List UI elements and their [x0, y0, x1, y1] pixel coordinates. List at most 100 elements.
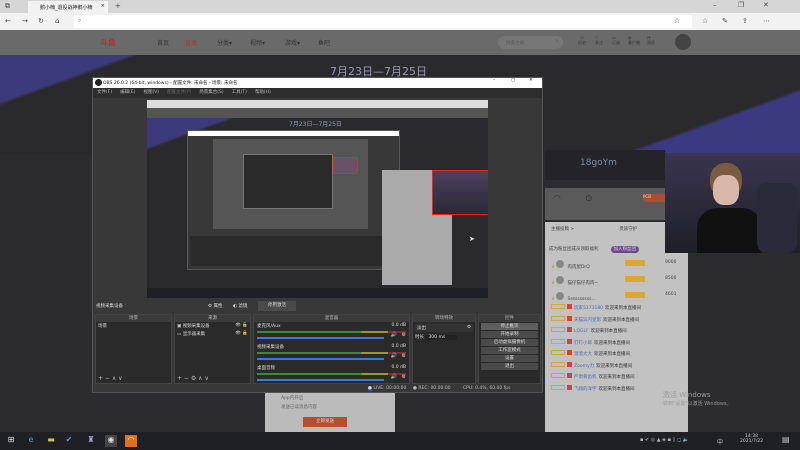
- chat-user[interactable]: 天猫异闪星影: [574, 318, 601, 323]
- speed-icon[interactable]: ◠: [553, 194, 561, 204]
- chat-user[interactable]: 溜溜大大: [574, 352, 592, 357]
- control-button[interactable]: 停止推流: [481, 323, 538, 330]
- speaker-icon[interactable]: 🔊: [391, 332, 397, 338]
- client-button[interactable]: ◍ 客户端: [628, 35, 640, 46]
- forward-icon[interactable]: →: [22, 17, 28, 25]
- control-button[interactable]: 设置: [481, 355, 538, 362]
- rank-row[interactable]: ♛ Ssssssssss... 4601: [545, 288, 688, 304]
- nav-live[interactable]: 直播: [185, 38, 197, 47]
- search-icon[interactable]: ⌕: [555, 38, 558, 44]
- site-logo[interactable]: 斗鱼: [100, 37, 132, 49]
- steam-icon[interactable]: ✔: [63, 435, 75, 447]
- browser-tab[interactable]: 鹅小楠_退役战神鹅小楠 ×: [28, 1, 108, 13]
- notes-icon[interactable]: ✎: [722, 17, 728, 25]
- speaker-icon[interactable]: 🔊: [391, 374, 397, 380]
- follow-button[interactable]: ♡ 关注: [595, 35, 603, 46]
- tab-actions-icon[interactable]: ⧉: [5, 2, 10, 11]
- settings-gear-icon[interactable]: ⚙: [402, 374, 406, 380]
- join-fan-button[interactable]: 加入粉丝团: [610, 246, 639, 253]
- douyu-taskbar-icon[interactable]: ◠: [125, 435, 137, 447]
- menu-item[interactable]: 文件(F): [97, 90, 112, 95]
- speaker-icon[interactable]: 🔊: [391, 353, 397, 359]
- scene-toolbar[interactable]: + − ∧ ∨: [98, 375, 123, 382]
- notifications-icon[interactable]: ▤: [782, 435, 790, 444]
- settings-gear-icon[interactable]: ⚙: [402, 332, 406, 338]
- avatar[interactable]: [675, 34, 691, 50]
- nav-video[interactable]: 视频▾: [250, 38, 265, 47]
- minimize-icon[interactable]: –: [713, 1, 717, 9]
- share-icon[interactable]: ⇪: [742, 17, 748, 25]
- fan-badge: [567, 338, 572, 344]
- chat-user[interactable]: 钉钉小郎: [574, 341, 592, 346]
- subscribe-button[interactable]: ▭ 订阅: [612, 35, 620, 46]
- control-button[interactable]: 启动虚拟摄像机: [481, 339, 538, 346]
- menu-item[interactable]: 帮助(H): [255, 90, 271, 95]
- refresh-icon[interactable]: ↻: [38, 17, 44, 25]
- source-item[interactable]: ▭ 显示器采集 👁 🔒: [175, 330, 250, 338]
- volume-slider[interactable]: [257, 337, 384, 339]
- scene-item[interactable]: 场景: [96, 322, 171, 330]
- chat-user[interactable]: LQGLF: [574, 329, 589, 334]
- rank-row[interactable]: ♛ 肉肉屋DrQ 9000: [545, 256, 688, 272]
- menu-item[interactable]: 编辑(E): [120, 90, 135, 95]
- url-input[interactable]: ⌕ ☆: [74, 15, 692, 28]
- control-button[interactable]: 退出: [481, 363, 538, 370]
- obs-preview[interactable]: 7月23日—7月25日 ➤: [147, 100, 488, 298]
- history-button[interactable]: ◷ 历史: [578, 35, 586, 46]
- favorite-star-icon[interactable]: ☆: [674, 17, 680, 25]
- nav-games[interactable]: 游戏▾: [285, 38, 300, 47]
- app-icon[interactable]: ♜: [85, 435, 97, 447]
- favorites-icon[interactable]: ☆: [702, 17, 708, 25]
- maximize-icon[interactable]: ❐: [738, 1, 744, 9]
- obs-close-icon[interactable]: ✕: [529, 78, 533, 83]
- menu-item[interactable]: 配置文件(P): [167, 90, 191, 95]
- control-button[interactable]: 工作室模式: [481, 347, 538, 354]
- webcam-source-selected[interactable]: [432, 170, 488, 215]
- obs-taskbar-icon[interactable]: ◉: [105, 435, 117, 447]
- tab-contribution[interactable]: 主播投稿 >: [551, 227, 574, 232]
- close-tab-icon[interactable]: ×: [101, 3, 105, 9]
- control-button[interactable]: 开始录制: [481, 331, 538, 338]
- obs-minimize-icon[interactable]: –: [493, 78, 495, 83]
- explorer-icon[interactable]: ▬: [45, 435, 57, 447]
- transition-select[interactable]: 淡出 ⚙: [415, 324, 473, 332]
- chat-user[interactable]: Zoomy力: [574, 364, 594, 369]
- rank-row[interactable]: ♛ 猫仔猫仔肉肉~ 8500: [545, 272, 688, 288]
- nav-yuba[interactable]: 鱼吧: [318, 38, 330, 47]
- menu-item[interactable]: 场景集合(S): [199, 90, 223, 95]
- chat-user[interactable]: 飞翔的洋宇: [574, 387, 597, 392]
- filters-button[interactable]: ◐ 滤镜: [233, 303, 247, 309]
- back-icon[interactable]: ←: [5, 17, 11, 25]
- home-icon[interactable]: ⌂: [55, 17, 59, 25]
- more-icon[interactable]: ⋯: [763, 17, 770, 25]
- nav-home[interactable]: 首页: [157, 38, 169, 47]
- edge-icon[interactable]: e: [25, 435, 37, 447]
- obs-maximize-icon[interactable]: ▢: [511, 78, 515, 83]
- source-item[interactable]: ▣ 视频采集设备 👁 🔓: [175, 322, 250, 330]
- ime-indicator[interactable]: 中: [717, 437, 723, 446]
- new-tab-icon[interactable]: +: [115, 2, 121, 10]
- chat-user[interactable]: 严肃骨齿机: [574, 375, 597, 380]
- tray-icons[interactable]: ▪ ✔ ◎ ▲ ◈ ▪ ▯ ◻ 🔈: [640, 437, 689, 443]
- duration-input[interactable]: 300 ms: [425, 335, 458, 340]
- menu-item[interactable]: 视图(V): [143, 90, 159, 95]
- clock[interactable]: 14:38 2021/7/22: [740, 434, 763, 444]
- site-search-input[interactable]: 搜索主播 ⌕: [498, 36, 563, 49]
- messages-button[interactable]: ◔ 消息: [647, 35, 655, 46]
- chat-user[interactable]: 玩家5173180: [574, 306, 603, 311]
- menu-item[interactable]: 工具(T): [232, 90, 247, 95]
- send-button[interactable]: 立即发送: [303, 417, 347, 427]
- source-toolbar[interactable]: + − ⚙ ∧ ∨: [177, 375, 209, 382]
- obs-status-bar: ● LIVE: 00:00:00 ● REC: 00:00:00 CPU: 0.…: [368, 386, 511, 391]
- settings-gear-icon[interactable]: ⚙: [402, 353, 406, 359]
- volume-slider[interactable]: [257, 358, 384, 360]
- volume-slider[interactable]: [257, 379, 384, 381]
- start-icon[interactable]: ⊞: [5, 435, 17, 447]
- deactivate-button[interactable]: 停用激活: [258, 301, 296, 311]
- nav-category[interactable]: 分类▾: [217, 38, 232, 47]
- tab-guardian[interactable]: 贵族守护: [619, 227, 637, 232]
- properties-button[interactable]: ⚙ 属性: [208, 303, 222, 309]
- more-icon[interactable]: ⊙: [585, 194, 593, 204]
- close-window-icon[interactable]: ✕: [763, 1, 769, 9]
- channel-name: 桌面音频: [257, 366, 275, 371]
